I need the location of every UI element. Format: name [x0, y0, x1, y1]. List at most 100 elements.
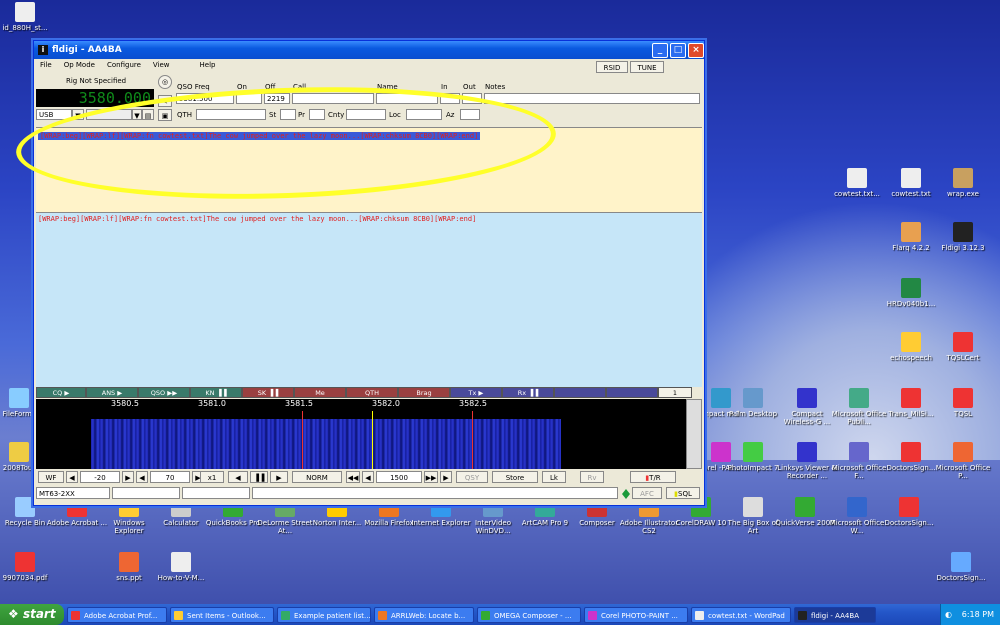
tx-rx-toggle[interactable]: ▮T/R	[630, 471, 676, 483]
status-bar: MT63-2XX AFC ▮SQL	[36, 487, 702, 501]
clock[interactable]: 6:18 PM	[962, 610, 994, 619]
task-outlook[interactable]: Sent Items - Outlook...	[170, 606, 274, 623]
store-button[interactable]: Store	[492, 471, 538, 483]
start-button[interactable]: ❖ start	[0, 604, 64, 625]
menu-configure[interactable]: Configure	[107, 61, 141, 69]
desktop-icon-doctorssign-3[interactable]: DoctorsSign...	[930, 552, 992, 582]
macro-cq-button[interactable]: CQ ▶	[36, 387, 86, 398]
desktop-icon-id880h[interactable]: id_880H_st...	[0, 2, 56, 32]
forward-button[interactable]: ▶	[270, 471, 288, 483]
level-left-arrow[interactable]: ◀	[66, 471, 78, 483]
task-corel-photopaint[interactable]: Corel PHOTO-PAINT ...	[584, 606, 688, 623]
mode-status[interactable]: MT63-2XX	[36, 487, 110, 499]
carrier-right[interactable]: ▶▶	[424, 471, 438, 483]
task-example-patient[interactable]: Example patient list....	[277, 606, 371, 623]
notes-label: Notes	[485, 83, 506, 91]
frequency-scale: 3580.5 3581.0 3581.5 3582.0 3582.5	[36, 399, 686, 411]
task-omega-composer[interactable]: OMEGA Composer - ...	[477, 606, 581, 623]
rst-in-label: In	[441, 83, 448, 91]
waterfall-scrollbar[interactable]	[686, 399, 702, 469]
carrier-fast-right[interactable]: ▶	[440, 471, 452, 483]
waterfall-display[interactable]	[36, 411, 686, 469]
sql-toggle[interactable]: ▮SQL	[666, 487, 700, 499]
app-icon: i	[38, 45, 48, 55]
close-button[interactable]: ×	[688, 42, 704, 58]
omega-icon	[481, 610, 490, 620]
tx-cursor-line	[302, 411, 303, 469]
range-field[interactable]: 70	[150, 471, 190, 483]
speed-button[interactable]: NORM	[292, 471, 342, 483]
desktop-icon-palm[interactable]: Palm Desktop	[722, 388, 784, 418]
scale-tick-label: 3582.5	[459, 399, 487, 408]
window-titlebar[interactable]: i fldigi - AA4BA _ □ ×	[34, 41, 704, 59]
macro-page-button[interactable]: 1	[658, 387, 692, 398]
macro-qth-button[interactable]: QTH	[346, 387, 398, 398]
afc-toggle[interactable]: AFC	[632, 487, 662, 499]
scale-tick-label: 3581.5	[285, 399, 313, 408]
menu-help[interactable]: Help	[200, 61, 216, 69]
macro-sk-button[interactable]: SK ▐▐	[242, 387, 294, 398]
wf-button[interactable]: WF	[38, 471, 64, 483]
macro-kn-button[interactable]: KN ▐▐	[190, 387, 242, 398]
qsy-button[interactable]: QSY	[456, 471, 488, 483]
excel-icon	[281, 610, 290, 620]
macro-rx-button[interactable]: Rx ▐▐	[502, 387, 554, 398]
desktop-icon-howto[interactable]: How-to-V-M...	[150, 552, 212, 582]
macro-ans-button[interactable]: ANS ▶	[86, 387, 138, 398]
status-field-2	[112, 487, 180, 499]
tray-speaker-icon[interactable]: ◐	[945, 604, 952, 625]
qso-freq-label: QSO Freq	[177, 83, 210, 91]
task-arrlweb[interactable]: ARRLWeb: Locate b...	[374, 606, 474, 623]
corel-icon	[588, 610, 597, 620]
carrier-left[interactable]: ◀	[362, 471, 374, 483]
task-fldigi[interactable]: fldigi - AA4BA	[794, 606, 876, 623]
desktop-icon-fldigi[interactable]: Fldigi 3.12.3	[932, 222, 994, 252]
rsid-button[interactable]: RSID	[596, 61, 628, 73]
pause-button[interactable]: ▐▐	[250, 471, 268, 483]
status-message	[252, 487, 618, 499]
maximize-button[interactable]: □	[670, 42, 686, 58]
desktop-icon-wrap[interactable]: wrap.exe	[932, 168, 994, 198]
desktop-icon-cowtest-1[interactable]: cowtest.txt...	[826, 168, 888, 198]
rewind-button[interactable]: ◀	[228, 471, 248, 483]
macro-blank-button-1[interactable]	[554, 387, 606, 398]
rig-globe-icon[interactable]: ◎	[158, 75, 172, 89]
level-right-arrow[interactable]: ▶	[122, 471, 134, 483]
zoom-button[interactable]: x1	[200, 471, 224, 483]
tune-button[interactable]: TUNE	[630, 61, 664, 73]
macro-blank-button-2[interactable]	[606, 387, 658, 398]
scale-tick-label: 3580.5	[111, 399, 139, 408]
level-field[interactable]: -20	[80, 471, 120, 483]
firefox-icon	[378, 610, 387, 620]
macro-qso-button[interactable]: QSO ▶▶	[138, 387, 190, 398]
carrier-fast-left[interactable]: ◀◀	[346, 471, 360, 483]
desktop-icon-photoimpact[interactable]: PhotoImpact 7	[722, 442, 784, 472]
reverse-toggle[interactable]: Rv	[580, 471, 604, 483]
desktop-icon-tqsl[interactable]: TQSL	[932, 388, 994, 418]
taskbar: ❖ start Adobe Acrobat Prof... Sent Items…	[0, 604, 1000, 625]
menu-file[interactable]: File	[40, 61, 52, 69]
menu-opmode[interactable]: Op Mode	[64, 61, 95, 69]
menu-view[interactable]: View	[153, 61, 170, 69]
macro-bar: CQ ▶ ANS ▶ QSO ▶▶ KN ▐▐ SK ▐▐ Me QTH Bra…	[36, 387, 702, 399]
rst-out-label: Out	[463, 83, 476, 91]
windows-logo-icon: ❖	[8, 607, 23, 621]
macro-tx-button[interactable]: Tx ▶	[450, 387, 502, 398]
afc-indicator-icon	[622, 489, 630, 499]
desktop-icon-pdf[interactable]: 9907034.pdf	[0, 552, 56, 582]
carrier-field[interactable]: 1500	[376, 471, 422, 483]
range-left-arrow[interactable]: ◀	[136, 471, 148, 483]
task-wordpad[interactable]: cowtest.txt - WordPad	[691, 606, 791, 623]
notes-field[interactable]	[484, 93, 700, 104]
macro-me-button[interactable]: Me	[294, 387, 346, 398]
desktop-icon-tqslcert[interactable]: TQSLCert	[932, 332, 994, 362]
desktop-icon-hrd[interactable]: HRDv040b1...	[880, 278, 942, 308]
lock-toggle[interactable]: Lk	[542, 471, 566, 483]
macro-brag-button[interactable]: Brag	[398, 387, 450, 398]
desktop-icon-doctorssign-2[interactable]: DoctorsSign...	[878, 497, 940, 527]
desktop-icon-office-p[interactable]: Microsoft Office P...	[932, 442, 994, 480]
task-acrobat[interactable]: Adobe Acrobat Prof...	[67, 606, 167, 623]
minimize-button[interactable]: _	[652, 42, 668, 58]
transmit-text-pane[interactable]: [WRAP:beg][WRAP:lf][WRAP:fn cowtest.txt]…	[36, 212, 702, 387]
waterfall-controls: WF ◀ -20 ▶ ◀ 70 ▶ x1 ◀ ▐▐ ▶ NORM ◀◀ ◀ 15…	[36, 471, 702, 485]
